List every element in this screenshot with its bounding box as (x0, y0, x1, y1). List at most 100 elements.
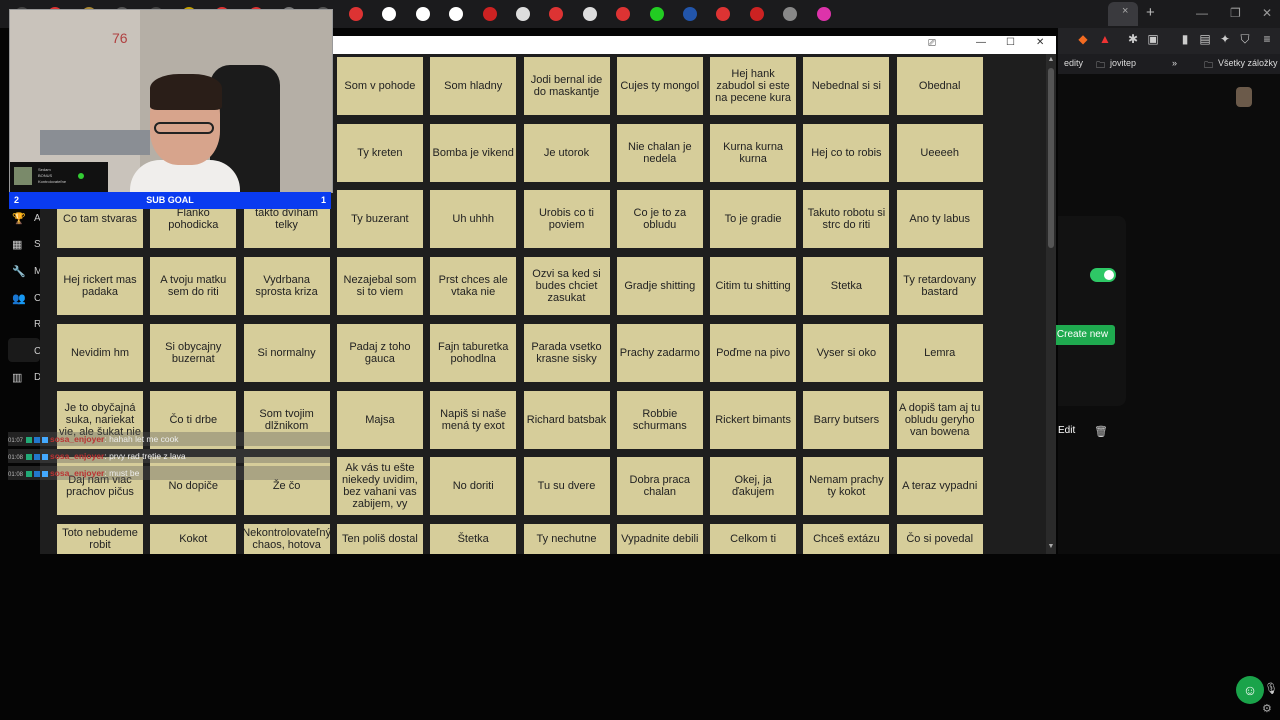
bingo-cell[interactable]: Nie chalan je nedela (616, 123, 703, 182)
bingo-cell[interactable]: Kurna kurna kurna (710, 123, 797, 182)
tab-favicon-icon[interactable] (749, 7, 764, 21)
sidebar-icon[interactable]: ▮ (1178, 32, 1192, 46)
bingo-cell[interactable]: Ozvi sa ked si budes chciet zasukat (523, 257, 610, 316)
maximize-button[interactable]: ❐ (1230, 6, 1241, 20)
bingo-cell[interactable]: Obednal (896, 57, 983, 115)
bingo-cell[interactable]: Takuto robotu si strc do riti (803, 190, 890, 249)
bingo-cell[interactable]: Okej, ja ďakujem (710, 457, 797, 516)
bingo-cell[interactable]: Som v pohode (336, 57, 423, 115)
tab-favicon-icon[interactable] (349, 7, 363, 21)
bingo-cell[interactable]: Celkom ti (710, 523, 797, 554)
bingo-cell[interactable]: Vydrbana sprosta kriza (243, 257, 330, 316)
scrollbar-thumb[interactable] (1048, 68, 1054, 248)
vpn-icon[interactable]: ⛉ (1238, 32, 1252, 46)
support-chat-icon[interactable]: ☺ (1236, 676, 1264, 704)
tab-close-icon[interactable]: × (1122, 5, 1128, 17)
bingo-cell[interactable]: Citim tu shitting (710, 257, 797, 316)
bingo-cell[interactable]: Vypadnite debili (616, 523, 703, 554)
avatar[interactable] (1236, 87, 1252, 107)
bingo-cell[interactable]: Nezajebal som si to viem (336, 257, 423, 316)
users-icon[interactable]: 👥 (12, 292, 26, 305)
tab-favicon-icon[interactable] (415, 7, 430, 21)
bingo-cell[interactable]: To je gradie (710, 190, 797, 249)
maximize-button[interactable]: ☐ (1006, 37, 1015, 48)
tab-favicon-icon[interactable] (482, 7, 497, 21)
bingo-cell[interactable]: Co je to za obludu (616, 190, 703, 249)
window-icon[interactable]: ▣ (1146, 32, 1160, 46)
close-button[interactable]: ✕ (1036, 37, 1044, 48)
bingo-cell[interactable]: Stetka (803, 257, 890, 316)
edit-button[interactable]: Edit (1058, 425, 1075, 436)
tab-favicon-icon[interactable] (683, 7, 697, 21)
gear-icon[interactable]: ⚙ (1262, 702, 1272, 715)
tab-favicon-icon[interactable] (516, 7, 530, 21)
create-new-button[interactable]: Create new (1050, 325, 1115, 345)
bingo-cell[interactable]: Gradje shitting (616, 257, 703, 316)
wallet-icon[interactable]: ▤ (1198, 32, 1212, 46)
bingo-cell[interactable]: Cujes ty mongol (616, 57, 703, 115)
bingo-cell[interactable]: Prst chces ale vtaka nie (430, 257, 517, 316)
bingo-cell[interactable]: Rickert bimants (710, 390, 797, 449)
bingo-cell[interactable]: Ty nechutne (523, 523, 610, 554)
bingo-cell[interactable]: Toto nebudeme robit (57, 523, 143, 554)
bingo-cell[interactable]: Ano ty labus (896, 190, 983, 249)
bingo-cell[interactable]: Hej co to robis (803, 123, 890, 182)
bingo-cell[interactable]: A dopiš tam aj tu obludu geryho van bowe… (896, 390, 983, 449)
minimize-button[interactable]: — (976, 37, 986, 48)
bingo-cell[interactable]: Napiš si naše mená ty exot (430, 390, 517, 449)
extensions-icon[interactable]: ✱ (1126, 32, 1140, 46)
minimize-button[interactable]: — (1196, 6, 1208, 20)
bingo-cell[interactable]: Ty buzerant (336, 190, 423, 249)
trophy-icon[interactable]: 🏆 (12, 212, 26, 225)
bingo-cell[interactable]: Nebednal si si (803, 57, 890, 115)
new-tab-button[interactable]: + (1146, 4, 1155, 21)
bingo-cell[interactable]: Si normalny (243, 323, 330, 382)
bookmark-all[interactable]: Všetky záložky (1218, 58, 1278, 68)
cast-icon[interactable]: ⎚ (928, 38, 936, 49)
bingo-cell[interactable]: Tu su dvere (523, 457, 610, 516)
bingo-cell[interactable]: Hej hank zabudol si este na pecene kura (710, 57, 797, 115)
bingo-cell[interactable]: Nekontrolovateľný chaos, hotova (243, 523, 330, 554)
bingo-cell[interactable]: Ten poliš dostal (336, 523, 423, 554)
scroll-down-icon[interactable]: ▼ (1046, 543, 1056, 553)
tab-favicon-icon[interactable] (582, 7, 597, 21)
bingo-cell[interactable]: Si obycajny buzernat (150, 323, 237, 382)
bingo-cell[interactable]: Kokot (150, 523, 237, 554)
bingo-cell[interactable]: Prachy zadarmo (616, 323, 703, 382)
mic-icon[interactable]: 🎙 (1264, 682, 1278, 695)
bingo-cell[interactable]: Ty kreten (336, 123, 423, 182)
bingo-cell[interactable]: Lemra (896, 323, 983, 382)
bingo-cell[interactable]: Majsa (336, 390, 423, 449)
menu-icon[interactable]: ≡ (1260, 32, 1274, 46)
bingo-cell[interactable]: Padaj z toho gauca (336, 323, 423, 382)
bingo-cell[interactable]: No doriti (430, 457, 517, 516)
bingo-cell[interactable]: Ak vás tu ešte niekedy uvidim, bez vahan… (336, 457, 423, 516)
bingo-cell[interactable]: Bomba je vikend (430, 123, 517, 182)
bingo-cell[interactable]: Poďme na pivo (710, 323, 797, 382)
dashboard-icon[interactable]: ▥ (12, 371, 22, 384)
bingo-cell[interactable]: Urobis co ti poviem (523, 190, 610, 249)
bingo-cell[interactable]: Nemam prachy ty kokot (803, 457, 890, 516)
bingo-cell[interactable]: A teraz vypadni (896, 457, 983, 516)
tab-favicon-icon[interactable] (649, 7, 664, 21)
bingo-cell[interactable]: Barry butsers (803, 390, 890, 449)
bookmark-edity[interactable]: edity (1064, 58, 1083, 68)
bingo-cell[interactable]: Jodi bernal ide do maskantje (523, 57, 610, 115)
bingo-cell[interactable]: Parada vsetko krasne sisky (523, 323, 610, 382)
bingo-cell[interactable]: Robbie schurmans (616, 390, 703, 449)
bookmark-jovitep[interactable]: jovitep (1110, 58, 1136, 68)
bingo-cell[interactable]: Je utorok (523, 123, 610, 182)
bingo-cell[interactable]: Čo si povedal (896, 523, 983, 554)
trash-icon[interactable]: 🗑 (1094, 425, 1108, 438)
close-window-button[interactable]: ✕ (1262, 6, 1272, 20)
rewards-icon[interactable]: ▲ (1098, 32, 1112, 46)
tab-favicon-icon[interactable] (816, 7, 831, 21)
bookmarks-overflow[interactable]: » (1172, 58, 1177, 68)
bingo-cell[interactable]: Hej rickert mas padaka (57, 257, 143, 316)
bingo-cell[interactable]: Chceš extázu (803, 523, 890, 554)
bingo-cell[interactable]: Dobra praca chalan (616, 457, 703, 516)
bingo-cell[interactable]: Richard batsbak (523, 390, 610, 449)
bingo-cell[interactable]: Ty retardovany bastard (896, 257, 983, 316)
brave-shield-icon[interactable]: ◆ (1076, 32, 1090, 46)
bingo-cell[interactable]: Vyser si oko (803, 323, 890, 382)
